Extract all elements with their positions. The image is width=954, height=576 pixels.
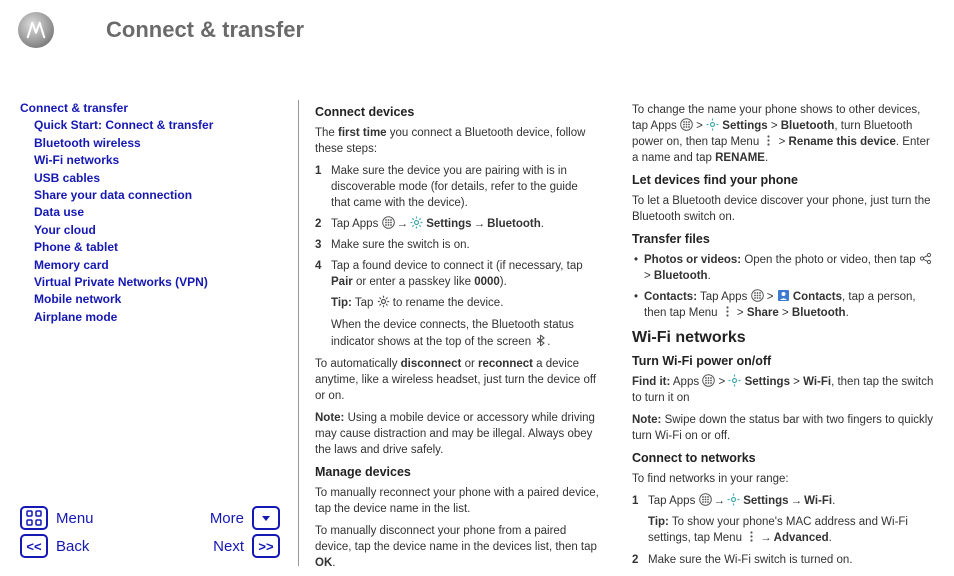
p-first-time: The first time you connect a Bluetooth d…	[315, 125, 600, 157]
share-icon	[919, 252, 932, 265]
toc-nav: Connect & transfer Quick Start: Connect …	[20, 100, 270, 326]
menu-label: Menu	[56, 510, 94, 527]
back-label: Back	[56, 538, 89, 555]
more-icon	[252, 506, 280, 530]
back-icon: <<	[20, 534, 48, 558]
nav-item[interactable]: USB cables	[34, 170, 270, 187]
nav-item[interactable]: Airplane mode	[34, 309, 270, 326]
nav-item[interactable]: Wi-Fi networks	[34, 152, 270, 169]
contacts-icon	[777, 289, 790, 302]
cnet-step-2: 2Make sure the Wi-Fi switch is turned on…	[632, 552, 934, 566]
apps-icon	[699, 493, 712, 506]
footer-nav: Menu More << Back >> Next	[20, 502, 280, 558]
more-label: More	[210, 510, 244, 527]
nav-item[interactable]: Virtual Private Networks (VPN)	[34, 274, 270, 291]
p-note-driving: Note: Using a mobile device or accessory…	[315, 410, 600, 458]
p-wifi-note: Note: Swipe down the status bar with two…	[632, 412, 934, 444]
heading-transfer-files: Transfer files	[632, 231, 934, 249]
menu-button[interactable]: Menu	[20, 506, 94, 530]
next-label: Next	[213, 538, 244, 555]
apps-icon	[751, 289, 764, 302]
heading-let-devices: Let devices find your phone	[632, 172, 934, 190]
gear-icon	[377, 295, 390, 308]
tf-photos: Photos or videos: Open the photo or vide…	[632, 252, 934, 284]
p-cnet: To find networks in your range:	[632, 471, 934, 487]
nav-item[interactable]: Your cloud	[34, 222, 270, 239]
menu-dots-icon	[762, 134, 775, 147]
nav-item[interactable]: Quick Start: Connect & transfer	[34, 117, 270, 134]
heading-wifi-power: Turn Wi-Fi power on/off	[632, 353, 934, 371]
nav-item[interactable]: Mobile network	[34, 291, 270, 308]
next-icon: >>	[252, 534, 280, 558]
p-rename: To change the name your phone shows to o…	[632, 102, 934, 166]
settings-icon	[728, 374, 741, 387]
nav-top[interactable]: Connect & transfer	[20, 100, 270, 117]
more-button[interactable]: More	[210, 506, 280, 530]
tf-contacts: Contacts: Tap Apps > Contacts, tap a per…	[632, 289, 934, 321]
step-3: 3Make sure the switch is on.	[315, 237, 600, 253]
heading-wifi-networks: Wi-Fi networks	[632, 327, 934, 349]
settings-icon	[727, 493, 740, 506]
step-4: 4Tap a found device to connect it (if ne…	[315, 258, 600, 349]
cnet-step-1: 1Tap Apps → Settings → Wi-Fi. Tip: To sh…	[632, 493, 934, 546]
nav-item[interactable]: Bluetooth wireless	[34, 135, 270, 152]
next-button[interactable]: >> Next	[213, 534, 280, 558]
step-1: 1Make sure the device you are pairing wi…	[315, 163, 600, 211]
p-manage-1: To manually reconnect your phone with a …	[315, 485, 600, 517]
menu-dots-icon	[721, 305, 734, 318]
nav-item[interactable]: Memory card	[34, 257, 270, 274]
page-title: Connect & transfer	[106, 17, 304, 43]
menu-icon	[20, 506, 48, 530]
apps-icon	[702, 374, 715, 387]
step-2: 2Tap Apps → Settings → Bluetooth.	[315, 216, 600, 232]
motorola-logo	[18, 12, 54, 48]
bluetooth-icon	[534, 334, 547, 347]
p-let: To let a Bluetooth device discover your …	[632, 193, 934, 225]
menu-dots-icon	[745, 530, 758, 543]
nav-item[interactable]: Data use	[34, 204, 270, 221]
settings-icon	[410, 216, 423, 229]
back-button[interactable]: << Back	[20, 534, 89, 558]
content-column-1: Connect devices The first time you conne…	[298, 100, 600, 566]
motorola-m-icon	[25, 19, 47, 41]
nav-item[interactable]: Share your data connection	[34, 187, 270, 204]
p-find-it: Find it: Apps > Settings > Wi-Fi, then t…	[632, 374, 934, 406]
heading-manage-devices: Manage devices	[315, 464, 600, 482]
apps-icon	[382, 216, 395, 229]
settings-icon	[706, 118, 719, 131]
apps-icon	[680, 118, 693, 131]
nav-item[interactable]: Phone & tablet	[34, 239, 270, 256]
p-auto: To automatically disconnect or reconnect…	[315, 356, 600, 404]
heading-connect-devices: Connect devices	[315, 104, 600, 122]
p-manage-2: To manually disconnect your phone from a…	[315, 523, 600, 566]
heading-connect-networks: Connect to networks	[632, 450, 934, 468]
content-column-2: To change the name your phone shows to o…	[632, 100, 934, 566]
